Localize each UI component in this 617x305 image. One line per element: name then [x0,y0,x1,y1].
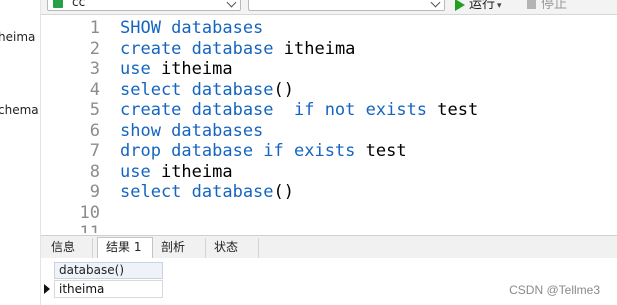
line-number: 11 [79,223,100,233]
column-header-database[interactable]: database() [54,262,163,279]
sql-token: itheima [150,161,233,182]
sql-token: itheima [273,38,356,59]
line-number-gutter: 1 2 3 4 5 6 7 8 9 10 11 [41,15,103,233]
run-label: 运行 [469,0,496,12]
tab-status[interactable]: 状态 [206,238,259,258]
tab-result-1[interactable]: 结果 1 [97,237,153,259]
sql-keyword: select database [120,79,274,100]
line-number: 1 [89,18,100,38]
sql-token: test [355,141,407,161]
object-navigator: heima chema [0,0,41,305]
result-tabs: 信息 结果 1 剖析 状态 [41,235,617,259]
result-grid: database() itheima [41,258,617,305]
sql-token: () [273,79,295,100]
code-line[interactable]: select database() [120,80,294,100]
tab-info[interactable]: 信息 [43,238,93,258]
sql-keyword: create database if not exists [120,100,428,120]
line-number: 4 [89,79,100,100]
sql-token: () [273,182,295,202]
stop-button[interactable]: 停止 [527,0,568,12]
line-number: 7 [89,141,100,161]
database-select-value: cc [72,0,86,9]
code-line[interactable]: drop database if exists test [120,141,407,161]
current-row-icon [44,284,50,294]
line-number: 6 [89,120,100,141]
line-number: 5 [89,100,100,120]
code-line[interactable]: show databases [120,121,263,141]
sql-keyword: SHOW databases [120,18,264,38]
connection-icon [53,0,63,8]
caret-down-icon[interactable]: ▾ [497,1,502,11]
table-cell[interactable]: itheima [54,280,163,298]
code-line[interactable]: create database itheima [120,39,355,59]
sql-keyword: drop database if exists [120,141,356,161]
run-button[interactable]: 运行 ▾ [455,0,502,12]
chevron-down-icon [430,0,441,8]
code-line[interactable]: SHOW databases [120,18,263,38]
line-number: 8 [89,161,100,182]
navigator-item-itheima[interactable]: heima [0,30,35,44]
code-line[interactable]: use itheima [120,162,233,182]
database-select[interactable]: cc [47,0,241,11]
line-number: 9 [89,182,100,202]
stop-icon [527,0,536,9]
sql-token: test [427,100,479,120]
code-line[interactable]: create database if not exists test [120,100,478,120]
code-line[interactable]: use itheima [120,59,233,79]
line-number: 10 [79,202,100,223]
chevron-down-icon [226,0,237,8]
sql-keyword: use [120,59,151,79]
sql-keyword: select database [120,182,274,202]
line-number: 2 [89,38,100,59]
play-icon [455,0,465,11]
sql-keyword: use [120,161,151,182]
sql-token: itheima [150,59,233,79]
sql-editor[interactable]: 1 2 3 4 5 6 7 8 9 10 11 SHOW databases create datab… [41,15,617,233]
query-toolbar: cc 运行 ▾ 停止 [41,0,617,15]
navigator-item-schema[interactable]: chema [0,103,39,117]
table-row[interactable]: itheima [41,280,164,298]
schema-select[interactable] [248,0,445,11]
stop-label: 停止 [541,0,568,12]
sql-keyword: show databases [120,120,264,141]
code-line[interactable]: select database() [120,182,294,202]
tab-profile[interactable]: 剖析 [153,238,206,258]
line-number: 3 [89,59,100,79]
watermark: CSDN @Tellme3 [509,283,600,297]
sql-keyword: create database [120,38,274,59]
